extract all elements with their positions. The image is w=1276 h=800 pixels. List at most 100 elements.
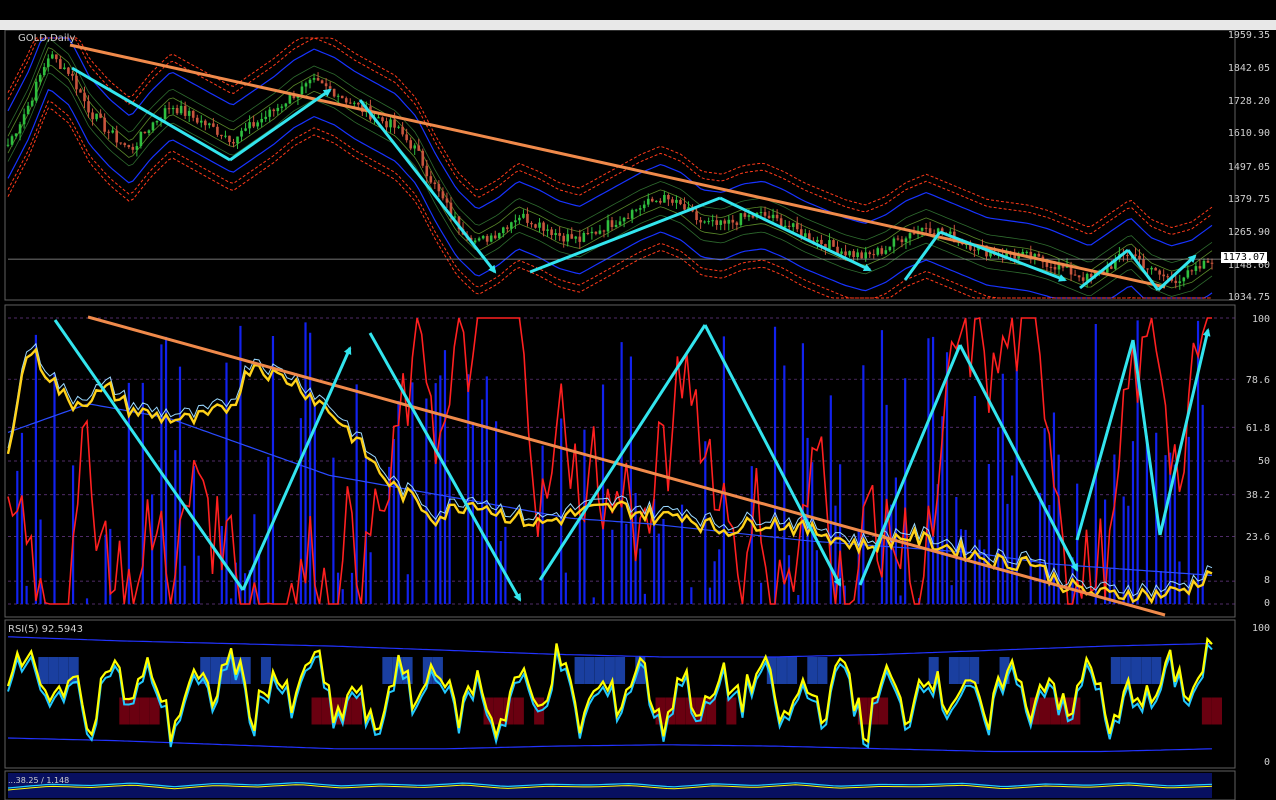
- price-candle-body: [771, 214, 775, 219]
- price-candle-body: [743, 213, 747, 217]
- price-candle-body: [832, 240, 835, 247]
- price-candle-body: [542, 222, 545, 231]
- price-candle-body: [1045, 262, 1049, 267]
- price-candle-body: [880, 248, 884, 254]
- price-candle-body: [30, 100, 34, 106]
- price-candle-body: [179, 105, 183, 114]
- bottom-oscillator-title: ...38.25 / 1.148: [8, 776, 70, 785]
- price-candle-body: [357, 102, 360, 105]
- price-candle-body: [485, 236, 489, 242]
- price-candle-body: [614, 224, 618, 227]
- price-candle-body: [481, 236, 485, 239]
- price-candle-body: [948, 231, 952, 234]
- price-tick-label: 1497.05: [1227, 162, 1270, 173]
- price-candle-body: [1182, 277, 1186, 282]
- price-candle-body: [1037, 253, 1041, 257]
- price-candle-body: [526, 213, 529, 223]
- price-candle-body: [1150, 267, 1153, 270]
- rsi-histogram-bar: [584, 657, 595, 684]
- price-candle-body: [514, 220, 517, 223]
- price-candle-body: [896, 238, 900, 240]
- price-candle-body: [828, 240, 831, 249]
- price-candle-body: [1110, 266, 1113, 269]
- price-candle-body: [602, 230, 606, 232]
- price-candle-body: [79, 89, 82, 93]
- price-candle-body: [489, 235, 493, 242]
- rsi-histogram-bar: [817, 657, 828, 684]
- price-candle-body: [655, 200, 658, 202]
- price-candle-body: [381, 117, 384, 122]
- price-candle-body: [659, 200, 662, 203]
- price-candle-body: [248, 122, 251, 129]
- price-candle-body: [920, 227, 924, 231]
- price-candle-body: [723, 220, 727, 224]
- price-candle-body: [91, 112, 94, 120]
- price-candle-body: [377, 117, 380, 119]
- price-candle-body: [1081, 277, 1085, 281]
- price-candle-body: [268, 109, 272, 117]
- price-candle-body: [405, 134, 408, 141]
- price-candle-body: [759, 212, 763, 214]
- price-candle-body: [1166, 276, 1170, 278]
- price-candle-body: [417, 145, 421, 151]
- price-candle-body: [767, 215, 771, 219]
- price-candle-body: [99, 113, 102, 118]
- price-candle-body: [50, 54, 54, 59]
- price-candle-body: [1158, 270, 1161, 275]
- price-tick-label: 1034.75: [1227, 292, 1270, 303]
- price-candle-body: [501, 227, 505, 234]
- rsi-histogram-bar: [604, 657, 615, 684]
- price-candle-body: [208, 123, 211, 126]
- price-candle-body: [1162, 274, 1165, 277]
- rsi-histogram-bar: [948, 657, 959, 684]
- price-candle-body: [719, 220, 723, 225]
- price-candle-body: [683, 204, 686, 210]
- price-candle-body: [55, 54, 58, 60]
- price-candle-body: [538, 222, 541, 228]
- price-tick-label: 1610.90: [1227, 128, 1270, 139]
- stoch-tick-label: 0: [1263, 598, 1270, 609]
- price-candle-body: [252, 122, 255, 127]
- price-candle-body: [385, 121, 388, 128]
- current-price-tag: 1173.07: [1220, 252, 1267, 263]
- rsi-histogram-bar: [58, 657, 69, 684]
- rsi-histogram-bar: [382, 657, 393, 684]
- rsi-histogram-bar: [675, 697, 686, 725]
- price-candle-body: [727, 219, 731, 224]
- price-candle-body: [646, 198, 650, 205]
- rsi-histogram-bar: [1151, 657, 1162, 684]
- price-candle-body: [1073, 274, 1077, 276]
- price-candle-body: [304, 83, 308, 87]
- rsi-histogram-bar: [1131, 657, 1142, 684]
- rsi-histogram-bar: [787, 657, 798, 684]
- price-candle-body: [264, 116, 268, 119]
- price-candle-body: [63, 67, 66, 69]
- price-candle-body: [123, 143, 127, 146]
- stoch-tick-label: 8: [1263, 575, 1270, 586]
- price-candle-body: [1053, 266, 1057, 270]
- price-candle-body: [497, 233, 501, 239]
- price-candle-body: [216, 126, 219, 135]
- price-candle-body: [115, 130, 119, 143]
- rsi-histogram-bar: [311, 697, 322, 725]
- price-candle-body: [445, 198, 449, 203]
- price-candle-body: [413, 145, 417, 149]
- price-candle-body: [739, 213, 743, 225]
- price-candle-body: [353, 102, 356, 104]
- price-candle-body: [26, 105, 30, 115]
- price-candle-body: [663, 194, 666, 203]
- price-candle-body: [578, 236, 582, 242]
- price-candle-body: [1134, 254, 1137, 256]
- price-candle-body: [554, 233, 557, 235]
- price-candle-body: [224, 135, 227, 137]
- price-candle-body: [562, 235, 565, 242]
- price-candle-body: [735, 222, 739, 225]
- price-candle-body: [731, 219, 735, 223]
- price-candle-body: [695, 211, 698, 221]
- price-candle-body: [244, 128, 247, 131]
- price-candle-body: [973, 249, 976, 251]
- price-tick-label: 1379.75: [1227, 194, 1270, 205]
- price-candle-body: [42, 67, 46, 76]
- price-candle-body: [638, 208, 642, 210]
- price-candle-body: [453, 216, 457, 218]
